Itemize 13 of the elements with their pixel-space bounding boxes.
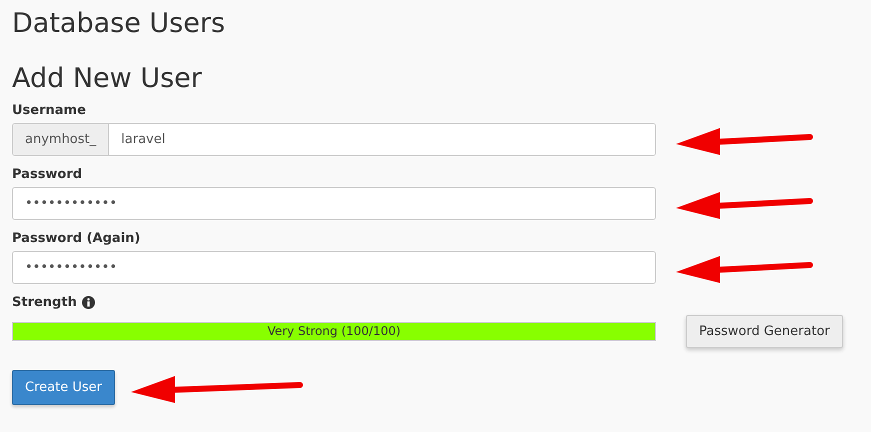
field-label: Password [12,167,82,182]
password-generator-button[interactable]: Password Generator [686,315,843,348]
username-field[interactable]: anymhost_ laravel [12,123,656,156]
form-title: Add New User [12,62,203,96]
strength-label: Strength [12,295,77,310]
create-user-button[interactable]: Create User [12,370,115,405]
info-icon[interactable] [82,296,95,309]
password-field[interactable]: •••••••••••• [12,251,656,284]
password-field[interactable]: •••••••••••• [12,187,656,220]
field-label: Username [12,103,86,118]
field-label: Password (Again) [12,231,140,246]
strength-meter: Very Strong (100/100) [12,322,656,341]
page-title: Database Users [12,7,226,41]
